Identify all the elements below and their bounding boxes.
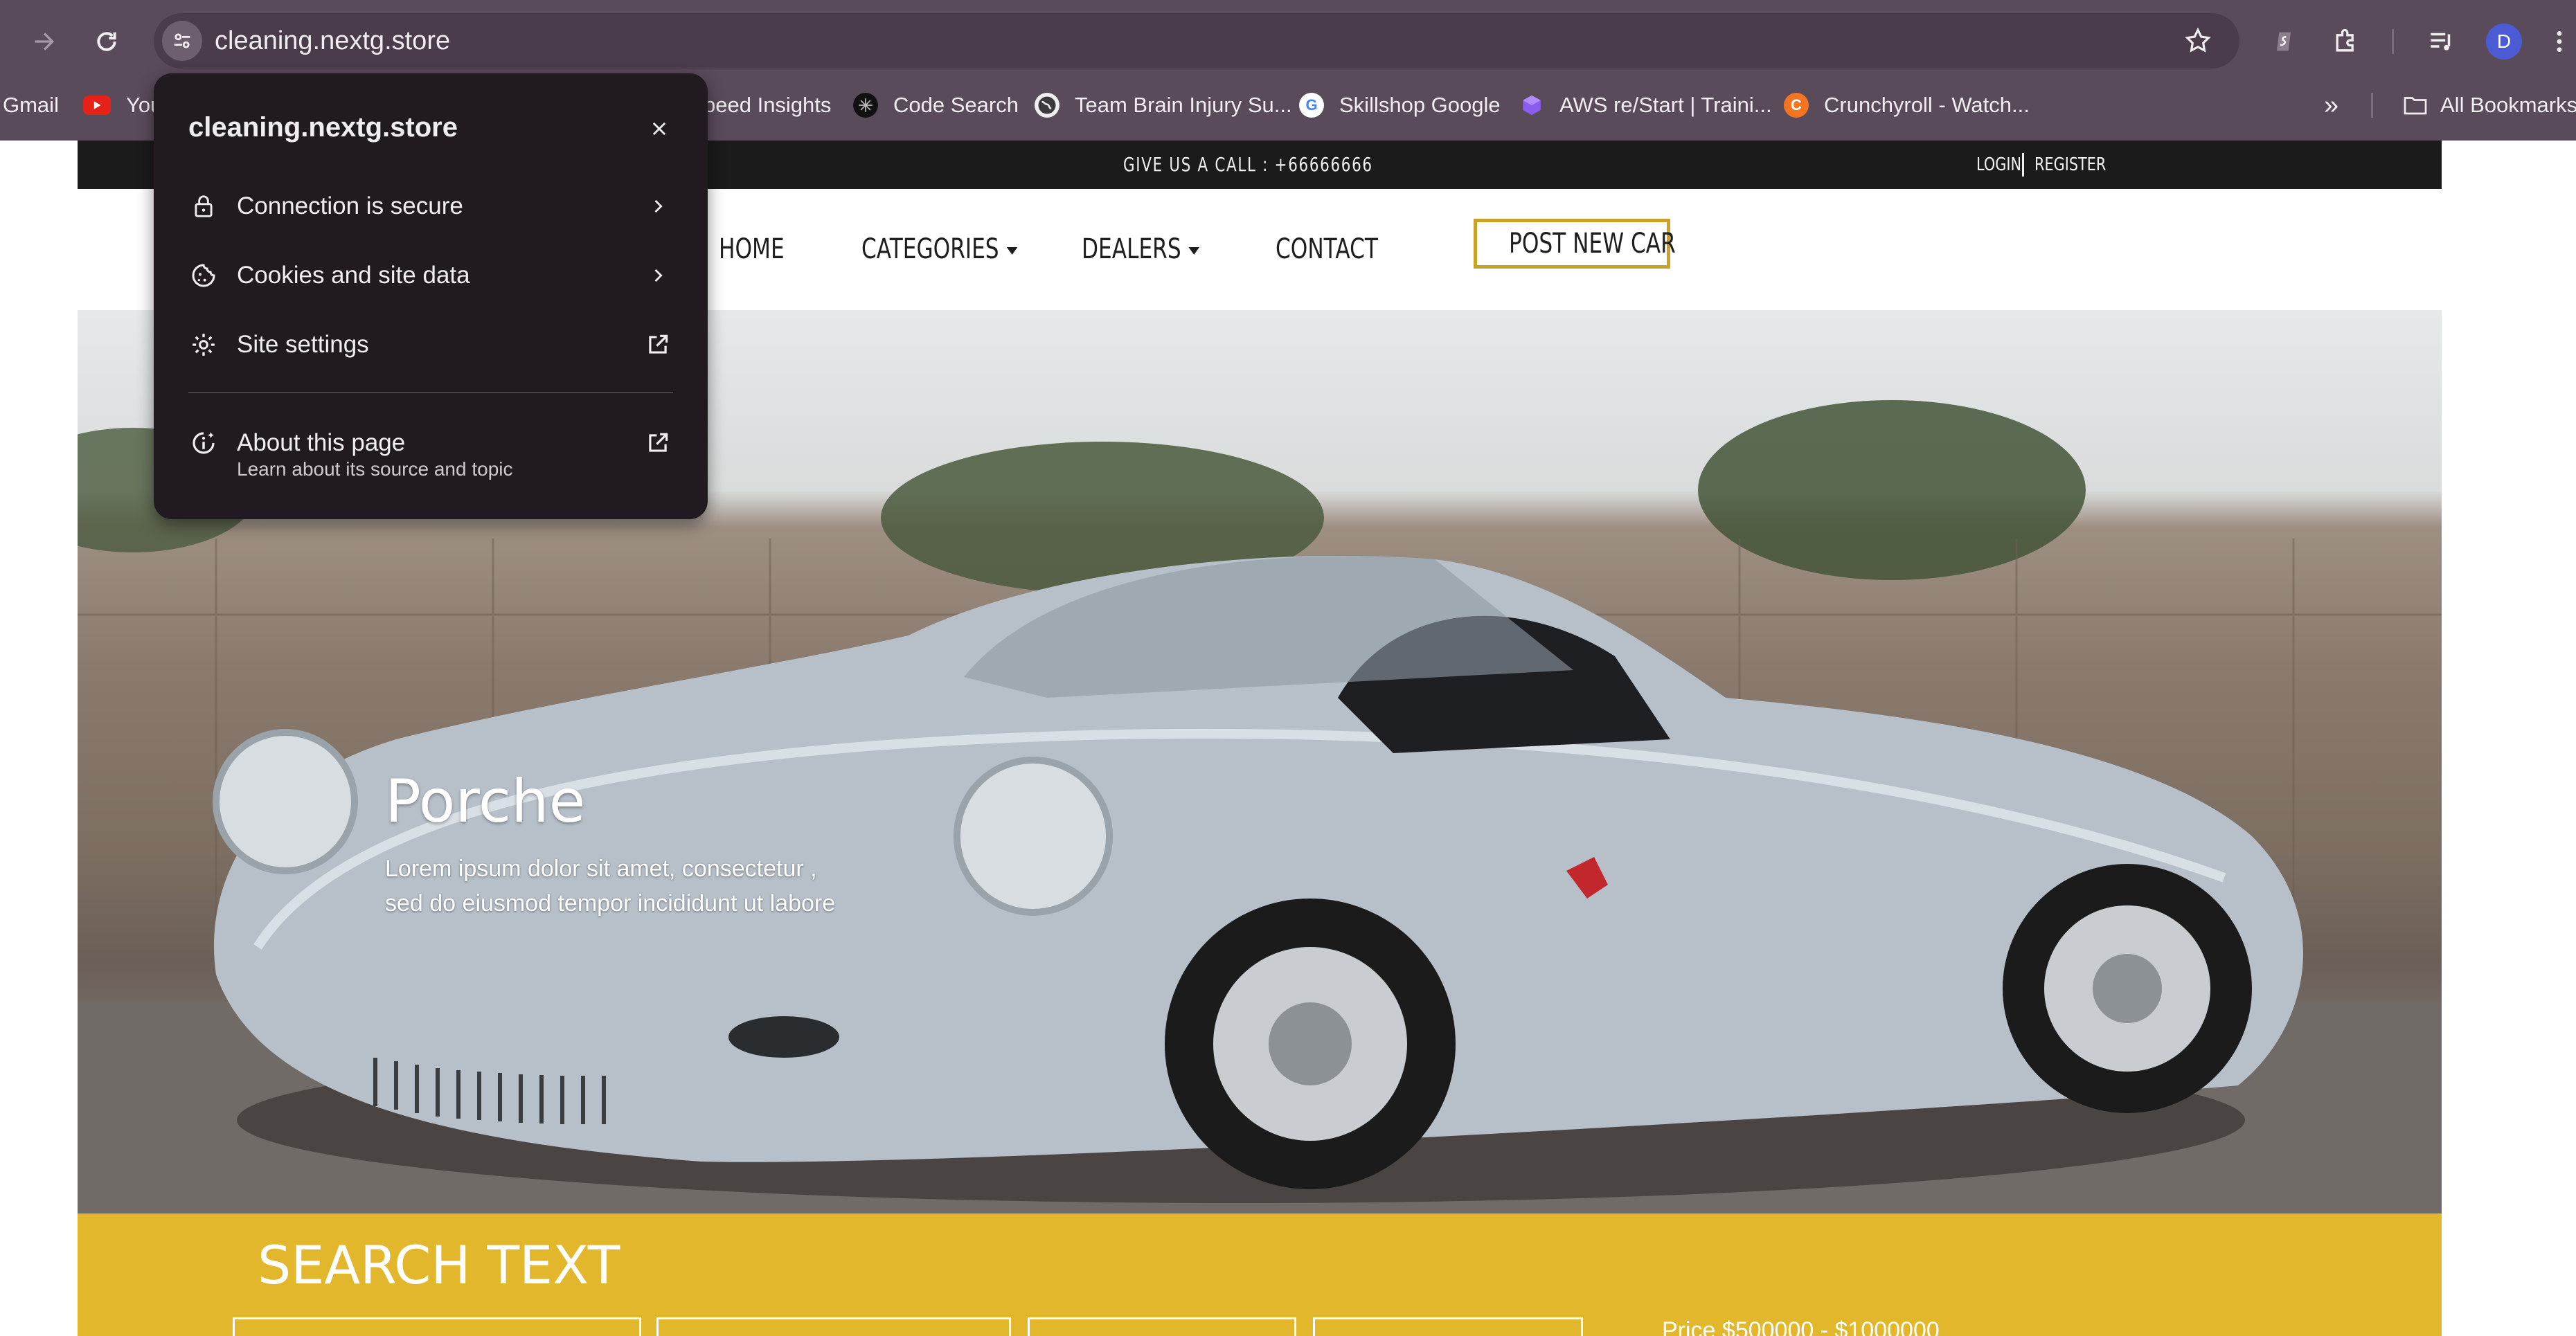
gear-icon bbox=[188, 330, 219, 360]
price-range: Price $500000 - $1000000 bbox=[1662, 1317, 1940, 1336]
search-section: SEARCH TEXT Price $500000 - $1000000 bbox=[78, 1213, 2442, 1336]
url-text[interactable]: cleaning.nextg.store bbox=[215, 13, 450, 69]
popup-divider bbox=[188, 392, 673, 393]
register-link[interactable]: REGISTER bbox=[2034, 141, 2106, 189]
call-text: GIVE US A CALL : +66666666 bbox=[1123, 153, 1373, 176]
info-sparkle-icon bbox=[188, 428, 219, 458]
all-bookmarks[interactable]: All Bookmarks bbox=[2403, 82, 2576, 129]
forward-button[interactable] bbox=[24, 21, 65, 62]
reload-button[interactable] bbox=[86, 21, 127, 62]
playlist-icon bbox=[2431, 33, 2451, 51]
nav-categories-label: CATEGORIES bbox=[861, 233, 999, 265]
tune-icon bbox=[174, 33, 190, 48]
cookies-item[interactable]: Cookies and site data bbox=[154, 246, 708, 302]
caret-down-icon bbox=[1006, 246, 1018, 255]
puzzle-icon bbox=[2336, 28, 2354, 52]
connection-secure-label: Connection is secure bbox=[237, 192, 463, 219]
bookmark-star-button[interactable] bbox=[2180, 23, 2216, 59]
more-vert-icon bbox=[2557, 31, 2562, 52]
close-button[interactable] bbox=[643, 112, 676, 145]
address-bar[interactable]: cleaning.nextg.store bbox=[154, 13, 2239, 69]
bookmark-crunchyroll[interactable]: C Crunchyroll - Watch... bbox=[1784, 82, 2030, 129]
open-in-new-icon bbox=[643, 330, 673, 360]
bookmark-team-brain[interactable]: Team Brain Injury Su... bbox=[1035, 82, 1292, 129]
bookmark-label: Skillshop Google bbox=[1339, 93, 1501, 117]
bookmark-label: Gmail bbox=[3, 93, 59, 117]
bookmarks-overflow-button[interactable]: » bbox=[2324, 82, 2338, 129]
aws-icon bbox=[1519, 93, 1544, 118]
open-in-new-icon bbox=[643, 428, 673, 458]
site-settings-label: Site settings bbox=[237, 331, 369, 358]
hero-description: Lorem ipsum dolor sit amet, consectetur … bbox=[385, 851, 870, 921]
post-new-car-label: POST NEW CAR bbox=[1509, 228, 1676, 260]
bookmark-gmail[interactable]: Gmail bbox=[3, 82, 59, 129]
connection-secure-item[interactable]: Connection is secure bbox=[154, 177, 708, 233]
bookmark-label: Code Search bbox=[893, 93, 1019, 117]
hero-title: Porche bbox=[385, 767, 586, 836]
nav-contact[interactable]: CONTACT bbox=[1276, 189, 1378, 310]
reload-icon bbox=[97, 32, 116, 51]
chevron-right-icon bbox=[643, 260, 673, 291]
bookmark-pagespeed[interactable]: peed Insights bbox=[704, 82, 831, 129]
chevron-double-right-icon: » bbox=[2324, 90, 2339, 120]
bookmark-youtube[interactable]: You bbox=[83, 82, 162, 129]
bookmark-label: peed Insights bbox=[704, 93, 832, 117]
youtube-icon bbox=[83, 96, 111, 115]
about-this-page-sublabel: Learn about its source and topic bbox=[237, 458, 513, 480]
nav-dealers[interactable]: DEALERS bbox=[1082, 189, 1200, 310]
lock-icon bbox=[188, 191, 219, 222]
all-bookmarks-label: All Bookmarks bbox=[2440, 93, 2576, 117]
caret-down-icon bbox=[1188, 246, 1200, 255]
google-icon: G bbox=[1299, 93, 1324, 118]
profile-avatar[interactable]: D bbox=[2486, 24, 2522, 60]
site-info-button[interactable] bbox=[162, 21, 202, 61]
extension-s-icon bbox=[2277, 32, 2291, 51]
nav-dealers-label: DEALERS bbox=[1082, 233, 1181, 265]
search-field-1[interactable] bbox=[233, 1317, 641, 1336]
bookmark-label: Crunchyroll - Watch... bbox=[1824, 93, 2030, 117]
arrow-right-icon bbox=[35, 33, 55, 51]
globe-icon bbox=[1035, 93, 1059, 118]
site-info-popup: cleaning.nextg.store Connection is secur… bbox=[154, 73, 708, 519]
close-icon bbox=[652, 122, 666, 136]
toolbar-separator bbox=[2392, 29, 2394, 54]
nav-home[interactable]: HOME bbox=[719, 189, 785, 310]
cookies-label: Cookies and site data bbox=[237, 262, 470, 289]
hero-text-line: Lorem ipsum dolor sit amet, consectetur … bbox=[385, 856, 817, 882]
nav-categories[interactable]: CATEGORIES bbox=[861, 189, 1018, 310]
search-field-3[interactable] bbox=[1028, 1317, 1296, 1336]
cookie-icon bbox=[188, 260, 219, 291]
bookmark-label: Team Brain Injury Su... bbox=[1075, 93, 1292, 117]
topbar-divider bbox=[2022, 153, 2024, 177]
menu-button[interactable] bbox=[2546, 21, 2573, 62]
hero-text-line: sed do eiusmod tempor incididunt ut labo… bbox=[385, 890, 836, 917]
bookmark-label: AWS re/Start | Traini... bbox=[1559, 93, 1772, 117]
chevron-right-icon bbox=[643, 191, 673, 222]
site-settings-item[interactable]: Site settings bbox=[154, 316, 708, 371]
browser-toolbar: cleaning.nextg.store D bbox=[0, 0, 2576, 82]
bookmark-code-search[interactable]: Code Search bbox=[853, 82, 1019, 129]
code-search-icon bbox=[853, 93, 878, 118]
star-icon bbox=[2185, 27, 2211, 53]
extension-button[interactable] bbox=[2263, 21, 2305, 62]
bookmark-aws[interactable]: AWS re/Start | Traini... bbox=[1519, 82, 1772, 129]
extensions-button[interactable] bbox=[2325, 21, 2367, 62]
bookmarks-separator bbox=[2371, 93, 2373, 118]
popup-title: cleaning.nextg.store bbox=[188, 112, 458, 143]
login-link[interactable]: LOGIN bbox=[1976, 141, 2021, 189]
crunchyroll-icon: C bbox=[1784, 93, 1809, 118]
search-field-4[interactable] bbox=[1313, 1317, 1583, 1336]
media-controls-button[interactable] bbox=[2421, 21, 2462, 62]
bookmark-skillshop[interactable]: G Skillshop Google bbox=[1299, 82, 1501, 129]
search-title: SEARCH TEXT bbox=[258, 1234, 620, 1296]
search-field-2[interactable] bbox=[656, 1317, 1011, 1336]
folder-icon bbox=[2403, 93, 2428, 118]
post-new-car-button[interactable]: POST NEW CAR bbox=[1474, 219, 1676, 269]
